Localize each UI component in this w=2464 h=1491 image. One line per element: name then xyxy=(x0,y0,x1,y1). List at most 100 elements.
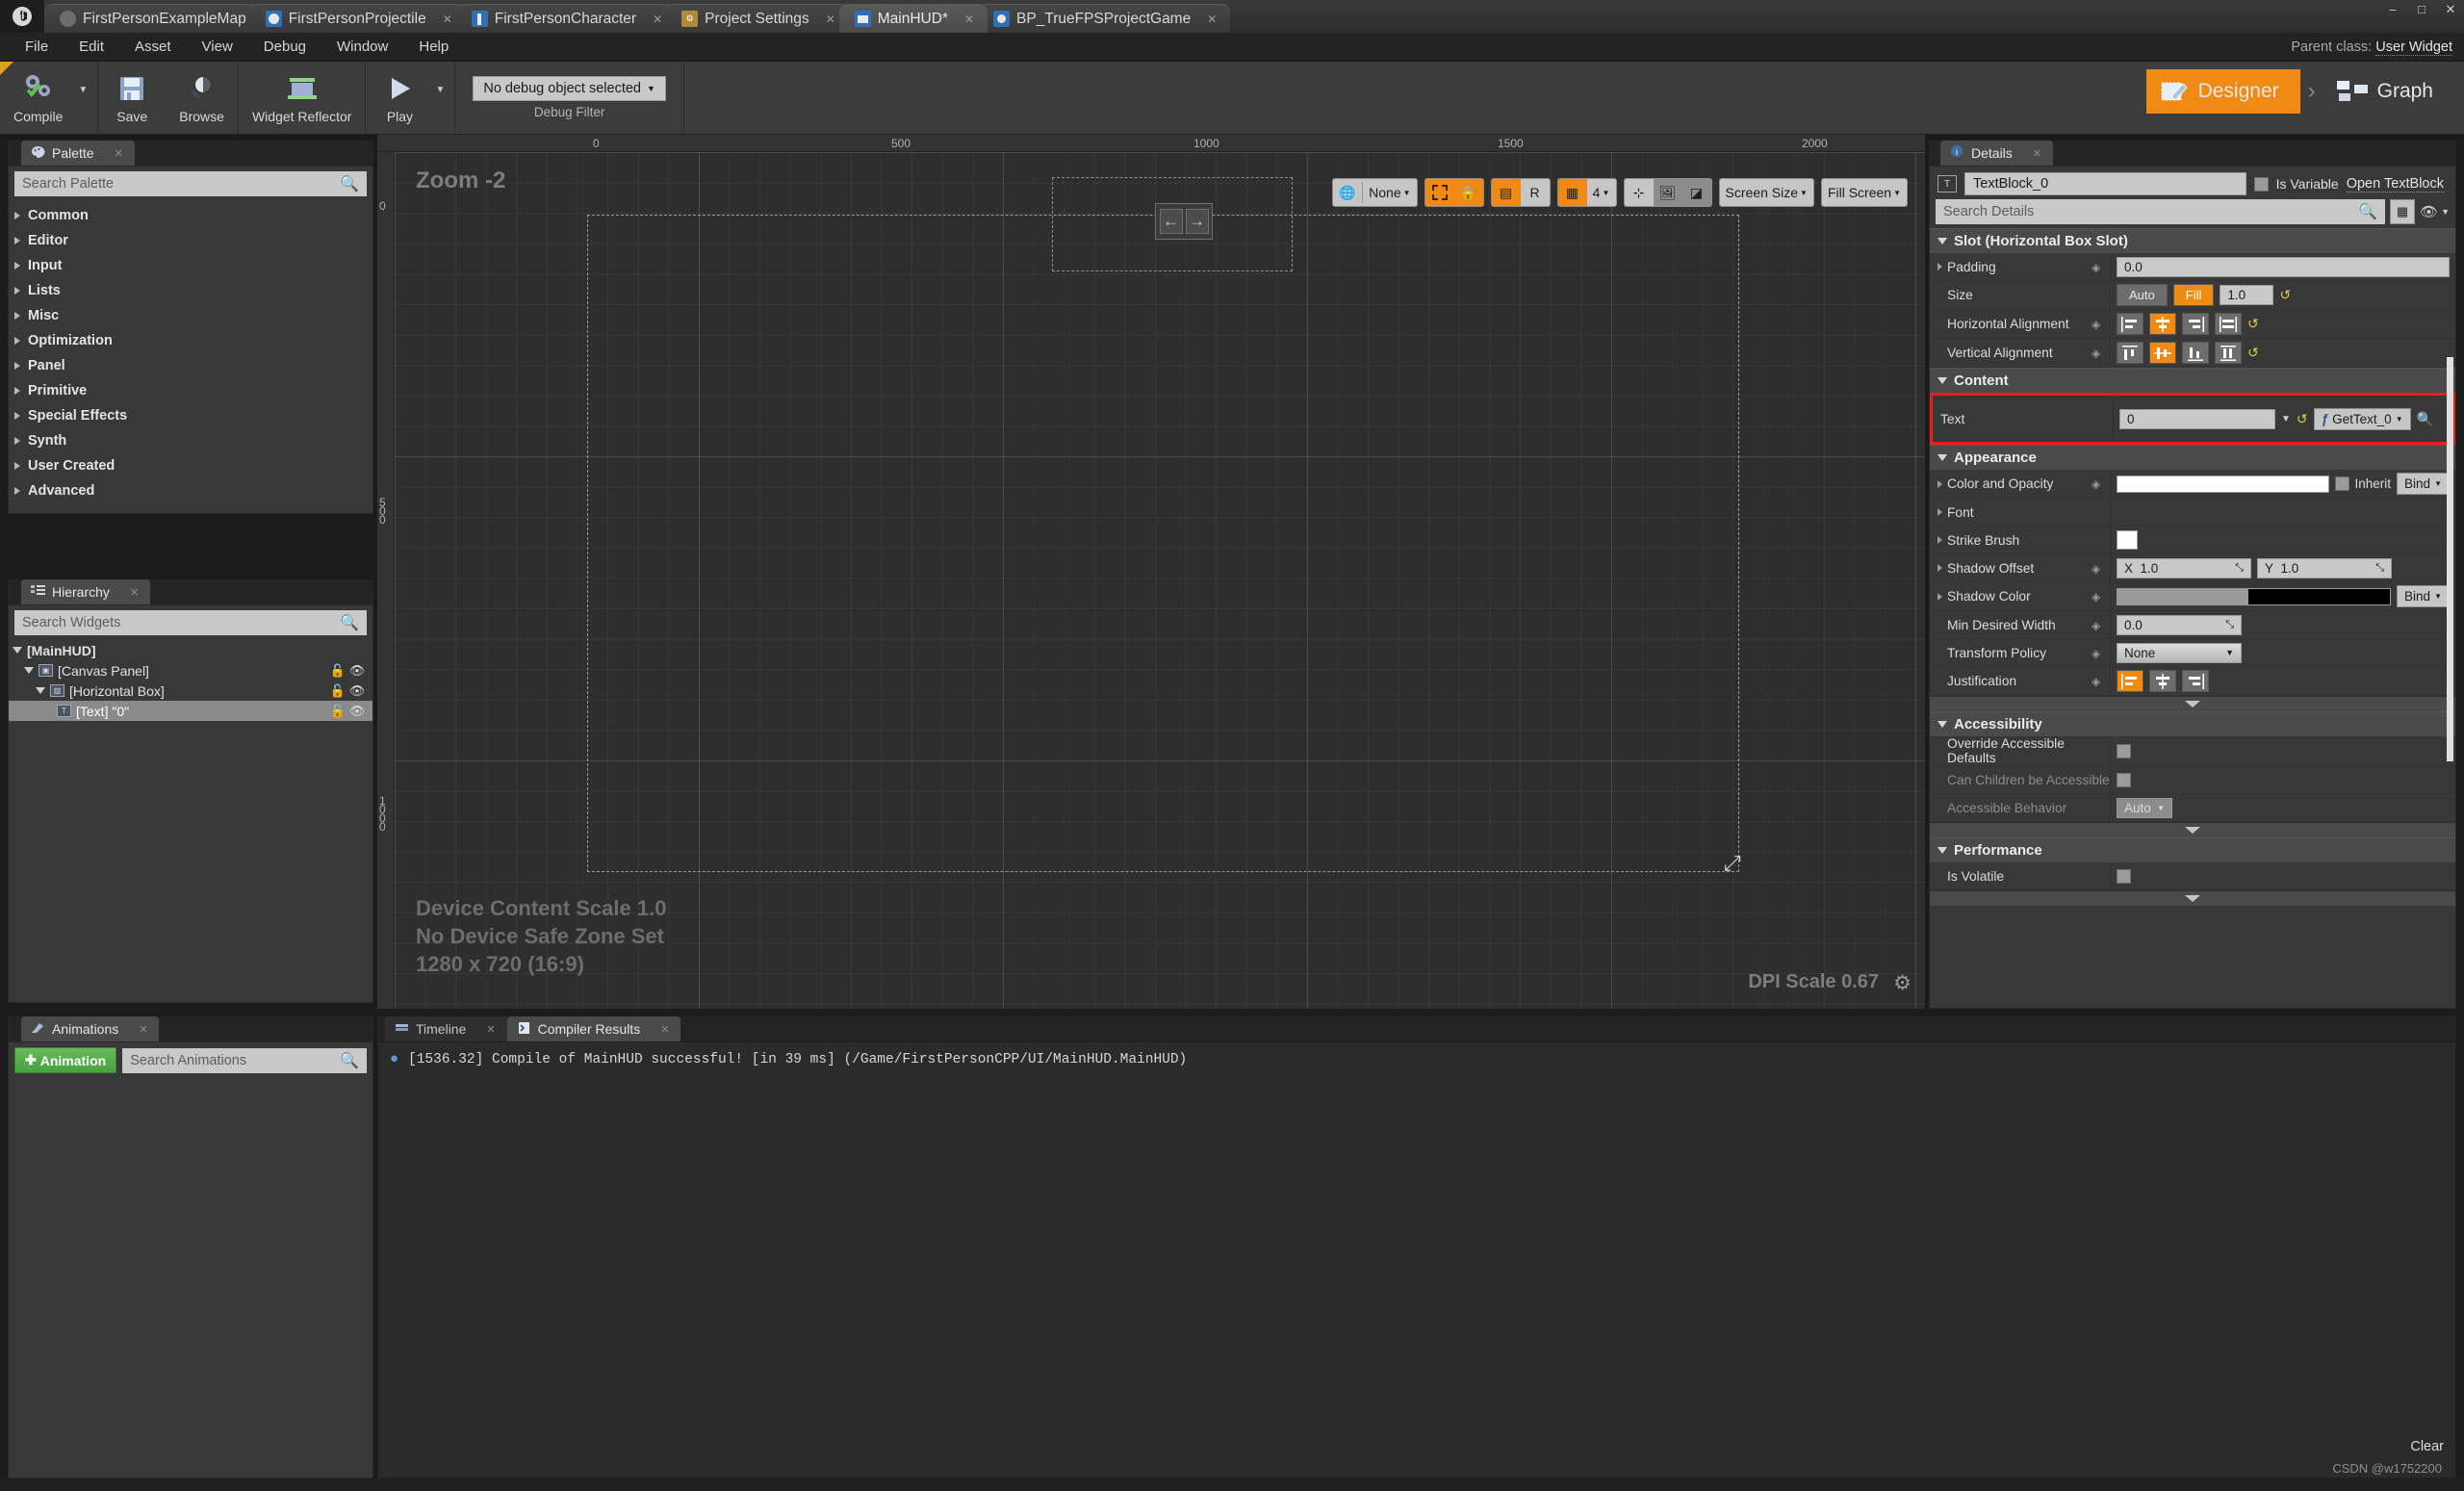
close-icon[interactable]: ✕ xyxy=(826,13,835,26)
arrow-left-icon[interactable]: ← xyxy=(1160,209,1183,234)
minimize-button[interactable]: – xyxy=(2383,2,2402,17)
section-header-accessibility[interactable]: Accessibility xyxy=(1930,711,2455,736)
close-icon[interactable]: ✕ xyxy=(115,147,123,160)
can-children-accessible-checkbox[interactable] xyxy=(2117,773,2131,787)
drag-handle-icon[interactable]: ⤡ xyxy=(2235,562,2244,575)
grid-view-icon[interactable]: ▦ xyxy=(2390,199,2415,224)
valign-fill-icon[interactable] xyxy=(2215,342,2242,364)
bind-pin-icon[interactable]: ◈ xyxy=(2092,477,2104,490)
screen-size-select[interactable]: Screen Size ▼ xyxy=(1719,178,1814,207)
revert-icon[interactable]: ↺ xyxy=(2279,287,2291,303)
menu-item-file[interactable]: File xyxy=(10,33,64,62)
arrow-right-icon[interactable]: → xyxy=(1186,209,1209,234)
editor-tab-project-settings[interactable]: ⚙ Project Settings ✕ xyxy=(666,4,849,33)
eye-icon[interactable]: 👁 xyxy=(347,683,367,699)
menu-item-view[interactable]: View xyxy=(187,33,248,62)
palette-category-optimization[interactable]: Optimization xyxy=(9,328,372,353)
palette-category-input[interactable]: Input xyxy=(9,253,372,278)
editor-tab-firstpersoncharacter[interactable]: FirstPersonCharacter ✕ xyxy=(456,4,676,33)
eye-icon[interactable]: 👁 xyxy=(347,663,367,679)
graph-mode-button[interactable]: Graph xyxy=(2323,69,2454,114)
palette-tab[interactable]: Palette ✕ xyxy=(21,141,135,166)
grid-size-select[interactable]: 4 ▼ xyxy=(1587,178,1616,207)
justify-center-icon[interactable] xyxy=(2149,670,2176,692)
text-value-input[interactable]: 0 xyxy=(2119,409,2275,429)
bind-pin-icon[interactable]: ◈ xyxy=(2092,590,2104,603)
performance-expand-bar[interactable] xyxy=(1930,890,2455,906)
shadow-offset-x-input[interactable]: X 1.0 ⤡ xyxy=(2117,558,2251,578)
section-header-performance[interactable]: Performance xyxy=(1930,837,2455,862)
menu-item-help[interactable]: Help xyxy=(403,33,464,62)
palette-category-special-effects[interactable]: Special Effects xyxy=(9,403,372,428)
palette-category-misc[interactable]: Misc xyxy=(9,303,372,328)
play-button[interactable]: Play xyxy=(366,62,433,134)
bind-pin-icon[interactable]: ◈ xyxy=(2092,562,2104,575)
details-tab[interactable]: i Details ✕ xyxy=(1940,141,2053,166)
fill-screen-select[interactable]: Fill Screen ▼ xyxy=(1821,178,1908,207)
close-icon[interactable]: ✕ xyxy=(2033,147,2041,160)
palette-category-panel[interactable]: Panel xyxy=(9,353,372,378)
transform-policy-select[interactable]: None ▼ xyxy=(2117,643,2242,663)
parent-class-value[interactable]: User Widget xyxy=(2375,39,2452,56)
close-icon[interactable]: ✕ xyxy=(139,1023,147,1036)
palette-category-advanced[interactable]: Advanced xyxy=(9,478,372,503)
editor-tab-mainhud[interactable]: MainHUD* ✕ xyxy=(839,4,988,33)
shadow-color-swatch[interactable] xyxy=(2117,588,2391,605)
valign-top-icon[interactable] xyxy=(2117,342,2143,364)
chevron-right-icon[interactable] xyxy=(1938,508,1942,516)
drag-handle-icon[interactable]: ⤡ xyxy=(2225,619,2234,631)
image-icon[interactable]: 🖼 xyxy=(1654,178,1682,207)
palette-category-lists[interactable]: Lists xyxy=(9,278,372,303)
close-icon[interactable]: ✕ xyxy=(486,1023,495,1036)
bind-pin-icon[interactable]: ◈ xyxy=(2092,675,2104,687)
close-button[interactable]: ✕ xyxy=(2441,2,2460,17)
lock-icon[interactable]: 🔓 xyxy=(328,704,347,719)
compile-dropdown-chevron-down-icon[interactable]: ▼ xyxy=(76,62,97,134)
add-animation-button[interactable]: ✚ Animation xyxy=(14,1047,116,1073)
outline-layout-icon[interactable]: ▤ xyxy=(1492,178,1521,207)
hierarchy-row-horizontal-box[interactable]: ▥ [Horizontal Box] 🔓 👁 xyxy=(9,681,372,701)
fit-to-content-icon[interactable]: ⊹ xyxy=(1625,178,1654,207)
hierarchy-tab[interactable]: Hierarchy ✕ xyxy=(21,579,150,604)
close-icon[interactable]: ✕ xyxy=(964,13,974,26)
chevron-right-icon[interactable] xyxy=(1938,480,1942,488)
search-icon[interactable]: 🔍 xyxy=(2417,411,2433,427)
padding-input[interactable]: 0.0 xyxy=(2117,257,2450,277)
text-binding-function-button[interactable]: ƒ GetText_0 ▼ xyxy=(2314,408,2411,430)
chevron-down-icon[interactable] xyxy=(36,687,45,694)
close-icon[interactable]: ✕ xyxy=(653,13,662,26)
color-bind-button[interactable]: Bind ▼ xyxy=(2397,473,2450,495)
open-textblock-link[interactable]: Open TextBlock xyxy=(2347,176,2444,193)
dashed-outline-icon[interactable] xyxy=(1425,178,1454,207)
hierarchy-row-canvas-panel[interactable]: ▣ [Canvas Panel] 🔓 👁 xyxy=(9,660,372,681)
palette-search-input[interactable]: Search Palette 🔍 xyxy=(14,171,367,196)
animations-search-input[interactable]: Search Animations 🔍 xyxy=(122,1048,367,1073)
chevron-right-icon[interactable] xyxy=(1938,564,1942,572)
section-header-slot[interactable]: Slot (Horizontal Box Slot) xyxy=(1930,228,2455,253)
save-button[interactable]: Save xyxy=(98,62,166,134)
editor-tab-firstpersonprojectile[interactable]: FirstPersonProjectile ✕ xyxy=(250,4,466,33)
color-swatch[interactable] xyxy=(2117,476,2329,493)
maximize-button[interactable]: □ xyxy=(2412,2,2431,17)
palette-category-user-created[interactable]: User Created xyxy=(9,453,372,478)
editor-tab-bp-truefpsprojectgame[interactable]: BP_TrueFPSProjectGame ✕ xyxy=(978,4,1230,33)
chevron-right-icon[interactable] xyxy=(1938,593,1942,601)
valign-bottom-icon[interactable] xyxy=(2182,342,2209,364)
revert-icon[interactable]: ↺ xyxy=(2297,411,2308,427)
timeline-tab[interactable]: Timeline ✕ xyxy=(385,1016,507,1041)
debug-object-select[interactable]: No debug object selected ▼ xyxy=(473,76,666,101)
menu-item-debug[interactable]: Debug xyxy=(248,33,321,62)
hierarchy-row-text[interactable]: T [Text] "0" 🔓 👁 xyxy=(9,701,372,721)
details-scrollbar[interactable] xyxy=(2447,357,2453,761)
is-variable-checkbox[interactable] xyxy=(2254,177,2269,192)
size-auto-button[interactable]: Auto xyxy=(2117,284,2168,306)
rtl-toggle-button[interactable]: R xyxy=(1521,178,1550,207)
shadow-color-bind-button[interactable]: Bind ▼ xyxy=(2397,585,2450,607)
animations-tab[interactable]: Animations ✕ xyxy=(21,1016,159,1041)
override-accessible-defaults-checkbox[interactable] xyxy=(2117,744,2131,758)
is-volatile-checkbox[interactable] xyxy=(2117,869,2131,884)
eye-icon[interactable]: 👁 xyxy=(2420,203,2438,220)
palette-category-editor[interactable]: Editor xyxy=(9,228,372,253)
bind-pin-icon[interactable]: ◈ xyxy=(2092,261,2104,273)
bind-pin-icon[interactable]: ◈ xyxy=(2092,647,2104,659)
